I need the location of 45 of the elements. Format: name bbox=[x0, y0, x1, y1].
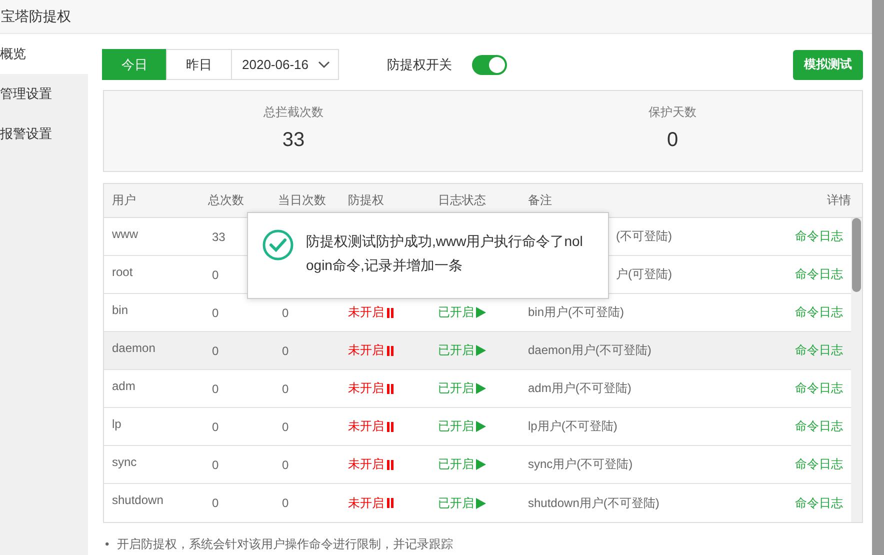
table-cell-text: sync bbox=[111, 455, 138, 469]
table-cell-text: 0 bbox=[211, 306, 220, 320]
column-header: 总次数 bbox=[207, 192, 244, 209]
table-cell-text: 0 bbox=[281, 306, 290, 320]
window-title: 宝塔防提权 bbox=[1, 8, 71, 26]
table-cell: (不可登陆) bbox=[616, 228, 672, 245]
table-cell-text: 0 bbox=[281, 420, 290, 434]
table-cell: adm用户(不可登陆) bbox=[528, 380, 632, 397]
stat-label: 总拦截次数 bbox=[264, 104, 324, 121]
table-cell-text: 0 bbox=[281, 344, 290, 358]
table-cell-text: 0 bbox=[281, 382, 290, 396]
table-cell-text: 33 bbox=[211, 230, 226, 244]
table-cell: daemon用户(不可登陆) bbox=[528, 342, 652, 359]
table-cell-text: 0 bbox=[281, 496, 290, 510]
table-cell-text: shutdown bbox=[111, 493, 164, 507]
table-cell-text: 0 bbox=[211, 496, 220, 510]
table-cell-text: daemon bbox=[111, 341, 156, 355]
column-header: 详情 bbox=[826, 192, 851, 209]
table-cell-text: 0 bbox=[211, 382, 220, 396]
table-cell-text: 0 bbox=[281, 458, 290, 472]
bullet: • bbox=[105, 537, 110, 551]
note-text: 开启防提权，系统会针对该用户操作命令进行限制，并记录跟踪 bbox=[117, 537, 454, 551]
table-cell: bin用户(不可登陆) bbox=[528, 304, 624, 321]
table-cell-text: lp bbox=[111, 417, 122, 431]
table-cell-text: bin bbox=[111, 303, 130, 317]
table-cell-text: adm bbox=[111, 379, 136, 393]
table-cell-text: 0 bbox=[211, 344, 220, 358]
table-cell-text: 0 bbox=[211, 420, 220, 434]
table-cell-text: www bbox=[111, 227, 139, 241]
column-header: 备注 bbox=[527, 192, 552, 209]
stat-value: 33 bbox=[282, 129, 305, 152]
column-header: 防提权 bbox=[347, 192, 384, 209]
switch-label: 防提权开关 bbox=[387, 56, 452, 74]
stat-label: 保护天数 bbox=[648, 104, 696, 121]
table-cell: 户(可登陆) bbox=[616, 266, 672, 283]
column-header: 日志状态 bbox=[437, 192, 486, 209]
table-cell-text: 0 bbox=[211, 268, 220, 282]
column-header: 用户 bbox=[111, 192, 136, 209]
table-cell: lp用户(不可登陆) bbox=[528, 418, 618, 435]
table-cell-text: root bbox=[111, 265, 134, 279]
table-cell: sync用户(不可登陆) bbox=[528, 456, 633, 473]
stat-value: 0 bbox=[666, 129, 678, 152]
table-cell: shutdown用户(不可登陆) bbox=[528, 494, 660, 512]
table-cell-text: 0 bbox=[211, 458, 220, 472]
column-header: 当日次数 bbox=[277, 192, 326, 209]
